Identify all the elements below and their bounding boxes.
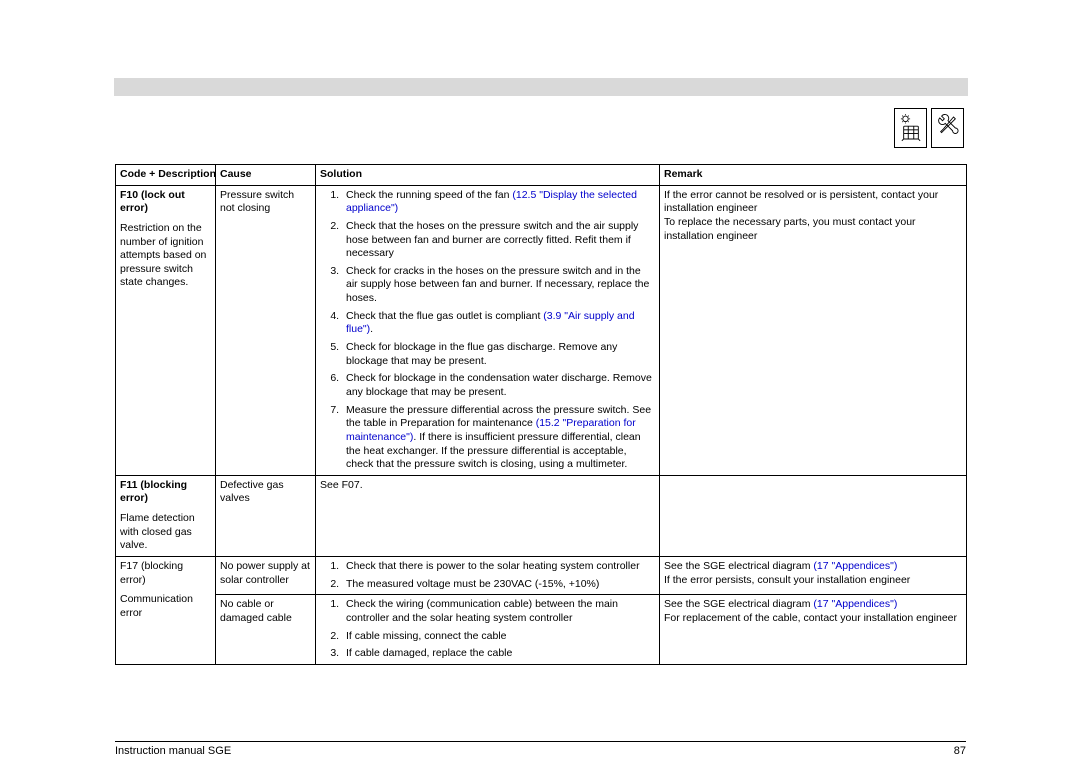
footer-right: 87: [954, 745, 966, 757]
table-row: F17 (blocking error)Communication errorN…: [116, 557, 967, 595]
solution-item: The measured voltage must be 230VAC (-15…: [342, 578, 655, 592]
remark-text: See the SGE electrical diagram (17 "Appe…: [664, 598, 962, 625]
cell-code: F11 (blocking error) Flame detection with…: [116, 475, 216, 556]
header-icons: [894, 108, 964, 148]
th-code: Code + Description: [116, 165, 216, 186]
cell-code: F17 (blocking error) Communication error: [116, 557, 216, 665]
cell-remark: If the error cannot be resolved or is pe…: [660, 185, 967, 475]
code-title: F17 (blocking error): [120, 560, 183, 586]
reference-link[interactable]: (17 "Appendices"): [813, 560, 897, 572]
solution-item: Check that the hoses on the pressure swi…: [342, 220, 655, 261]
cell-remark: See the SGE electrical diagram (17 "Appe…: [660, 595, 967, 665]
code-title: F11 (blocking error): [120, 479, 187, 505]
solar-icon: [894, 108, 927, 148]
cell-solution: See F07.: [316, 475, 660, 556]
cell-solution: Check that there is power to the solar h…: [316, 557, 660, 595]
cell-cause: Defective gas valves: [216, 475, 316, 556]
solution-item: If cable damaged, replace the cable: [342, 647, 655, 661]
solution-item: Check for blockage in the flue gas disch…: [342, 341, 655, 368]
solution-item: Check for cracks in the hoses on the pre…: [342, 265, 655, 306]
solution-text: See F07.: [320, 479, 363, 491]
solution-list: Check that there is power to the solar h…: [320, 560, 655, 591]
table-row: F10 (lock out error) Restriction on the n…: [116, 185, 967, 475]
reference-link[interactable]: (15.2 "Preparation for maintenance"): [346, 417, 636, 443]
cell-remark: See the SGE electrical diagram (17 "Appe…: [660, 557, 967, 595]
solution-item: Check the wiring (communication cable) b…: [342, 598, 655, 625]
reference-link[interactable]: (3.9 "Air supply and flue"): [346, 310, 635, 336]
solution-list: Check the running speed of the fan (12.5…: [320, 189, 655, 472]
cell-remark: [660, 475, 967, 556]
th-remark: Remark: [660, 165, 967, 186]
table-row: F11 (blocking error) Flame detection with…: [116, 475, 967, 556]
solution-item: Check that there is power to the solar h…: [342, 560, 655, 574]
solution-item: Check the running speed of the fan (12.5…: [342, 189, 655, 216]
cell-code: F10 (lock out error) Restriction on the n…: [116, 185, 216, 475]
reference-link[interactable]: (12.5 "Display the selected appliance"): [346, 189, 637, 215]
footer: Instruction manual SGE 87: [115, 741, 966, 757]
solution-item: Measure the pressure differential across…: [342, 404, 655, 472]
tools-icon: [931, 108, 964, 148]
th-solution: Solution: [316, 165, 660, 186]
cell-solution: Check the wiring (communication cable) b…: [316, 595, 660, 665]
table-row: No cable or damaged cable Check the wirin…: [116, 595, 967, 665]
th-cause: Cause: [216, 165, 316, 186]
reference-link[interactable]: (17 "Appendices"): [813, 598, 897, 610]
code-desc: Restriction on the number of ignition at…: [120, 222, 211, 290]
code-desc: Communication error: [120, 593, 211, 620]
solution-item: Check for blockage in the condensation w…: [342, 372, 655, 399]
remark-text: If the error cannot be resolved or is pe…: [664, 189, 962, 244]
solution-item: If cable missing, connect the cable: [342, 630, 655, 644]
cell-cause: No power supply at solar controller: [216, 557, 316, 595]
footer-left: Instruction manual SGE: [115, 745, 231, 757]
remark-text: See the SGE electrical diagram (17 "Appe…: [664, 560, 962, 587]
table-header-row: Code + Description Cause Solution Remark: [116, 165, 967, 186]
solution-item: Check that the flue gas outlet is compli…: [342, 310, 655, 337]
error-table: Code + Description Cause Solution Remark…: [115, 164, 966, 665]
header-bar: [114, 78, 968, 96]
solution-list: Check the wiring (communication cable) b…: [320, 598, 655, 661]
cell-cause: No cable or damaged cable: [216, 595, 316, 665]
code-title: F10 (lock out error): [120, 189, 185, 215]
cell-cause: Pressure switch not closing: [216, 185, 316, 475]
cell-solution: Check the running speed of the fan (12.5…: [316, 185, 660, 475]
code-desc: Flame detection with closed gas valve.: [120, 512, 211, 553]
